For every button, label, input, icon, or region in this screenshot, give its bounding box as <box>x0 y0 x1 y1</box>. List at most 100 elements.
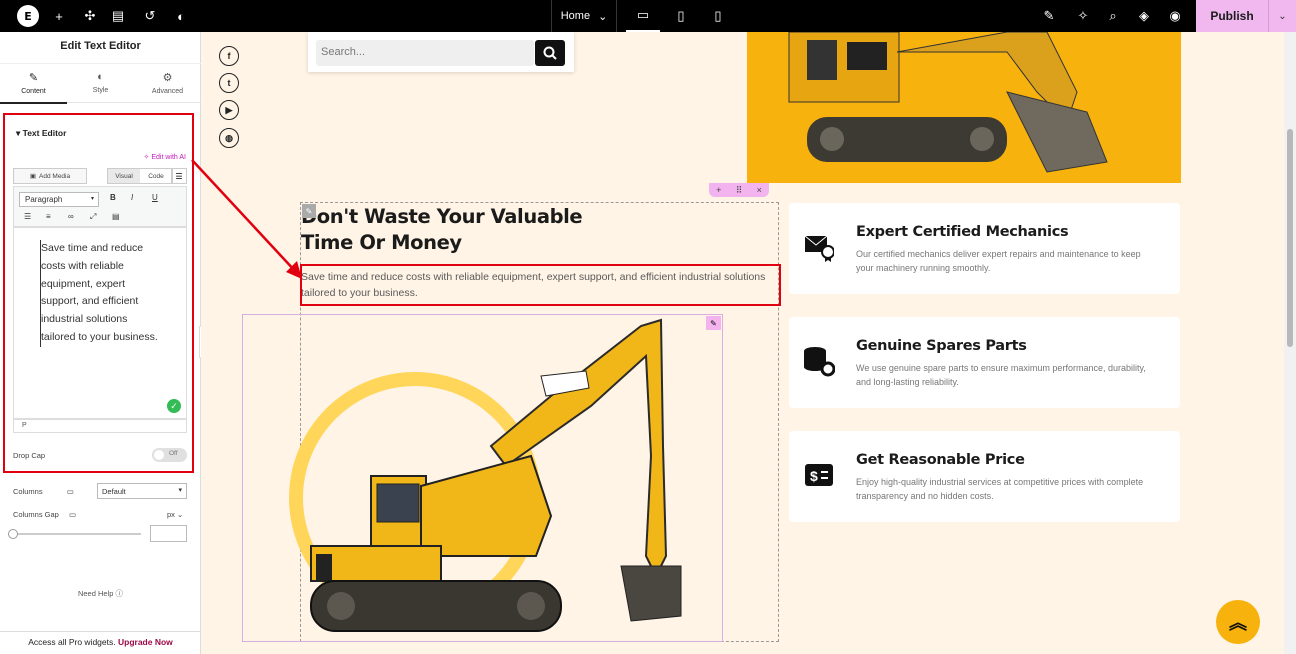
desktop-view-icon[interactable]: ▭ <box>626 0 660 32</box>
columns-select[interactable]: Default <box>97 483 187 499</box>
section-header[interactable]: ▾ Text Editor <box>16 128 66 139</box>
panel-title: Edit Text Editor <box>60 40 141 52</box>
card-title: Genuine Spares Parts <box>856 338 1027 354</box>
edit-widget-icon[interactable]: ✎ <box>302 204 316 218</box>
underline-icon[interactable]: U <box>152 193 158 202</box>
price-tag-icon: $ <box>803 459 835 491</box>
card-description: Enjoy high-quality industrial services a… <box>856 477 1144 501</box>
editor-mode-switch: Visual Code <box>107 168 173 184</box>
columns-row: Columns ▭ <box>13 487 74 496</box>
fullscreen-icon[interactable]: ⤢ <box>90 212 96 222</box>
gears-icon <box>803 345 835 377</box>
tab-style[interactable]: ◐ Style <box>67 64 134 104</box>
page-selector[interactable]: Home ⌄ <box>551 0 617 32</box>
sparkle-icon: ✧ <box>143 154 150 161</box>
canvas-scrollbar[interactable] <box>1284 32 1296 654</box>
need-help-link[interactable]: Need Help ⓘ <box>0 588 201 599</box>
publish-button[interactable]: Publish <box>1196 0 1268 32</box>
text-editor-section: ▾ Text Editor ✧ Edit with AI ▣ Add Media … <box>3 113 194 473</box>
add-element-icon[interactable]: + <box>51 0 67 32</box>
add-media-button[interactable]: ▣ Add Media <box>13 168 87 184</box>
format-select[interactable]: Paragraph <box>19 192 99 207</box>
gear-icon: ⚙ <box>162 72 173 84</box>
italic-icon[interactable]: I <box>131 193 133 202</box>
columns-gap-label: Columns Gap <box>13 510 59 519</box>
check-icon: ✓ <box>167 399 181 413</box>
heading-line-2: Time Or Money <box>301 231 462 254</box>
card-title: Get Reasonable Price <box>856 452 1025 468</box>
excavator-illustration <box>310 318 682 632</box>
elementor-logo-icon[interactable]: E <box>17 5 39 27</box>
columns-gap-input[interactable] <box>150 525 187 542</box>
layers-icon[interactable]: ◈ <box>1136 0 1152 32</box>
mobile-view-icon[interactable]: ▯ <box>710 0 726 32</box>
columns-gap-row: Columns Gap ▭ <box>13 510 76 519</box>
upgrade-link[interactable]: Upgrade Now <box>118 637 173 647</box>
highlighted-text-widget <box>300 264 781 306</box>
site-settings-icon[interactable]: ◐ <box>173 0 189 32</box>
tab-content-label: Content <box>21 88 46 95</box>
publish-options-chevron-icon[interactable]: ⌄ <box>1268 0 1296 32</box>
bullet-list-icon[interactable]: ☰ <box>24 212 31 221</box>
feature-card: Expert Certified Mechanics Our certified… <box>789 203 1180 294</box>
columns-gap-slider[interactable] <box>13 533 141 535</box>
edit-image-icon[interactable]: ✎ <box>706 316 721 330</box>
tablet-view-icon[interactable]: ▯ <box>672 0 690 32</box>
text-editor-area[interactable]: Save time and reduce costs with reliable… <box>13 227 187 419</box>
history-icon[interactable]: ↺ <box>142 0 158 32</box>
drag-handle-icon[interactable]: ⠿ <box>736 185 743 196</box>
edit-with-ai-link[interactable]: ✧ Edit with AI <box>144 153 186 161</box>
tab-style-label: Style <box>92 87 109 94</box>
search-input[interactable]: Search... <box>316 40 534 66</box>
svg-text:$: $ <box>810 468 818 484</box>
desktop-icon: ▭ <box>68 510 77 519</box>
visual-tab[interactable]: Visual <box>108 169 140 183</box>
page-selector-label: Home <box>560 10 591 22</box>
excavator-top-illustration <box>788 32 1108 173</box>
numbered-list-icon[interactable]: ≡ <box>46 212 51 221</box>
search-icon[interactable]: ⌕ <box>1105 0 1121 32</box>
panel-tabs: ✎ Content ◐ Style ⚙ Advanced <box>0 63 201 104</box>
ai-assistant-icon[interactable]: ✧ <box>1074 0 1092 32</box>
slider-handle[interactable] <box>8 529 18 539</box>
preview-eye-icon[interactable]: ◉ <box>1167 0 1183 32</box>
scrollbar-thumb[interactable] <box>1287 129 1293 347</box>
drop-cap-label: Drop Cap <box>13 451 46 460</box>
dribbble-icon[interactable]: ◍ <box>219 128 239 148</box>
search-icon <box>543 46 557 60</box>
need-help-label: Need Help <box>77 589 114 598</box>
element-path: P <box>13 419 187 433</box>
toolbar-toggle-icon[interactable]: ☰ <box>171 168 187 184</box>
media-icon: ▣ <box>29 173 37 180</box>
link-icon[interactable]: ∞ <box>68 212 74 221</box>
twitter-icon[interactable]: t <box>219 73 239 93</box>
code-tab[interactable]: Code <box>140 169 172 183</box>
add-icon[interactable]: + <box>716 185 721 195</box>
question-icon: ⓘ <box>115 589 124 598</box>
search-button[interactable] <box>535 40 565 66</box>
structure-icon[interactable]: ✣ <box>82 0 98 32</box>
scroll-to-top-button[interactable]: ︽ <box>1216 600 1260 644</box>
path-label: P <box>22 422 27 429</box>
editor-content[interactable]: Save time and reduce costs with reliable… <box>40 240 158 347</box>
toolbar-toggle-icon[interactable]: ▤ <box>112 212 120 221</box>
tools-icon[interactable]: ✎ <box>1040 0 1058 32</box>
close-icon[interactable]: × <box>757 185 762 195</box>
tab-advanced[interactable]: ⚙ Advanced <box>134 64 201 104</box>
facebook-icon[interactable]: f <box>219 46 239 66</box>
columns-label: Columns <box>13 487 43 496</box>
section-heading[interactable]: Don't Waste Your Valuable Time Or Money <box>301 204 583 256</box>
add-media-label: Add Media <box>39 172 71 180</box>
page-canvas: f t ▶ ◍ Search... + ⠿ × Don't Waste Your… <box>201 32 1284 654</box>
drop-cap-toggle[interactable]: Off <box>152 448 187 462</box>
search-widget: Search... <box>308 32 574 72</box>
unit-select[interactable]: px ⌄ <box>167 510 183 519</box>
tab-content[interactable]: ✎ Content <box>0 64 67 104</box>
bold-icon[interactable]: B <box>110 193 116 202</box>
page-settings-icon[interactable]: ▤ <box>110 0 126 32</box>
pencil-icon: ✎ <box>28 72 39 84</box>
section-edit-handle[interactable]: + ⠿ × <box>709 183 769 197</box>
youtube-icon[interactable]: ▶ <box>219 100 239 120</box>
card-description: We use genuine spare parts to ensure max… <box>856 363 1146 387</box>
card-title: Expert Certified Mechanics <box>856 224 1069 240</box>
